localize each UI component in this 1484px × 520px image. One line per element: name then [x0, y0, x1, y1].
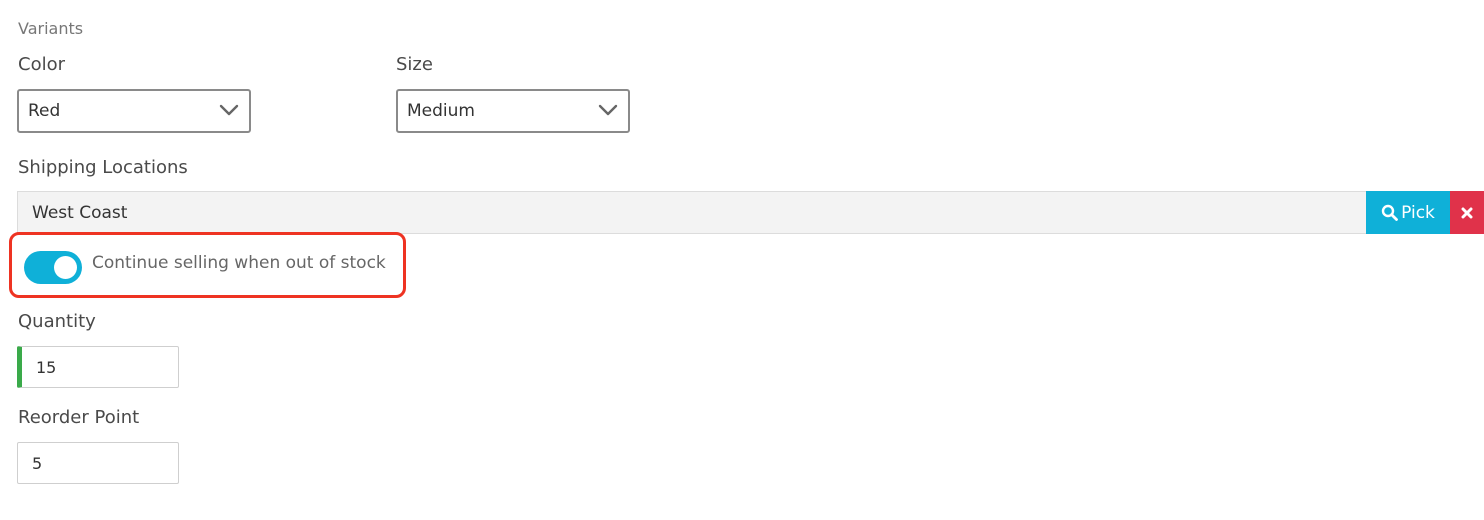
continue-selling-label: Continue selling when out of stock [92, 253, 386, 273]
continue-selling-toggle[interactable] [24, 251, 82, 284]
variant-form: Variants Color Red Size Medium Shipping … [0, 0, 1484, 520]
size-select-value: Medium [407, 101, 475, 121]
chevron-down-icon [598, 104, 618, 116]
quantity-input[interactable] [17, 346, 179, 388]
pick-button-label: Pick [1401, 202, 1435, 223]
toggle-knob [54, 256, 77, 279]
clear-shipping-button[interactable] [1450, 191, 1484, 234]
quantity-label: Quantity [18, 311, 96, 332]
color-label: Color [18, 54, 65, 75]
reorder-point-input[interactable] [17, 442, 179, 484]
color-select-value: Red [28, 101, 61, 121]
chevron-down-icon [219, 104, 239, 116]
size-select[interactable]: Medium [396, 89, 630, 133]
shipping-locations-label: Shipping Locations [18, 157, 188, 178]
shipping-locations-field[interactable]: West Coast [17, 191, 1366, 234]
search-icon [1381, 204, 1398, 221]
color-select[interactable]: Red [17, 89, 251, 133]
size-label: Size [396, 54, 433, 75]
shipping-location-value: West Coast [32, 202, 128, 223]
pick-button[interactable]: Pick [1366, 191, 1450, 234]
variants-heading: Variants [18, 19, 84, 38]
reorder-point-label: Reorder Point [18, 407, 140, 428]
close-icon [1461, 207, 1473, 218]
